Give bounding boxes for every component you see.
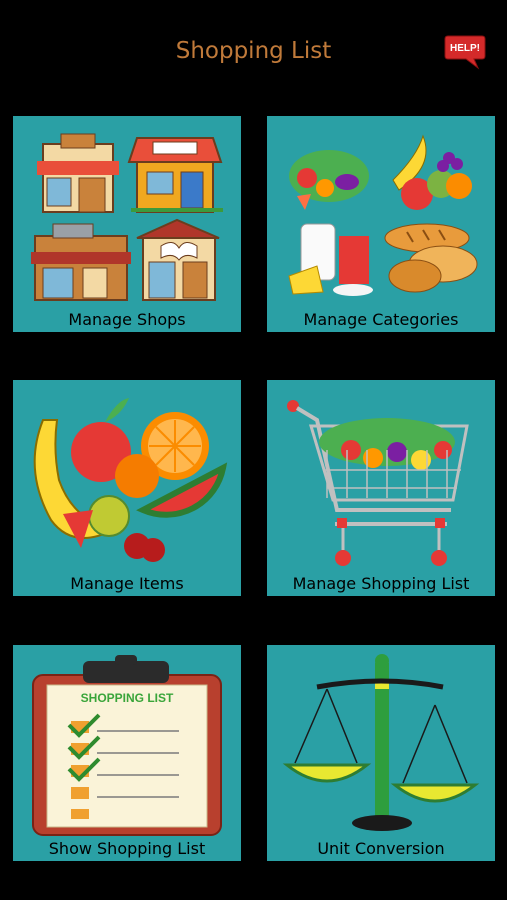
- clipboard-heading: SHOPPING LIST: [81, 691, 174, 705]
- scale-icon: [282, 654, 480, 831]
- manage-shops-button[interactable]: Manage Shops: [13, 116, 241, 332]
- help-label: HELP!: [450, 43, 480, 54]
- manage-shops-label: Manage Shops: [68, 310, 186, 329]
- manage-shopping-list-label: Manage Shopping List: [292, 574, 470, 593]
- categories-icon: [288, 134, 478, 296]
- help-bubble-icon: HELP!: [444, 35, 486, 70]
- unit-conversion-button[interactable]: Unit Conversion: [267, 645, 495, 861]
- show-shopping-list-label: Show Shopping List: [48, 839, 206, 858]
- manage-categories-button[interactable]: Manage Categories: [267, 116, 495, 332]
- clipboard-icon: SHOPPING LIST: [32, 655, 222, 836]
- show-shopping-list-button[interactable]: SHOPPING LIST Show Shopping List: [13, 645, 241, 861]
- unit-conversion-label: Unit Conversion: [317, 839, 445, 858]
- shops-icon: [31, 133, 223, 301]
- help-button[interactable]: HELP!: [444, 34, 486, 70]
- page-title: Shopping List: [175, 38, 332, 64]
- fruits-icon: [33, 398, 228, 562]
- manage-items-button[interactable]: Manage Items: [13, 380, 241, 596]
- shopping-cart-icon: [287, 400, 469, 566]
- manage-shopping-list-button[interactable]: Manage Shopping List: [267, 380, 495, 596]
- manage-items-label: Manage Items: [70, 574, 184, 593]
- manage-categories-label: Manage Categories: [303, 310, 459, 329]
